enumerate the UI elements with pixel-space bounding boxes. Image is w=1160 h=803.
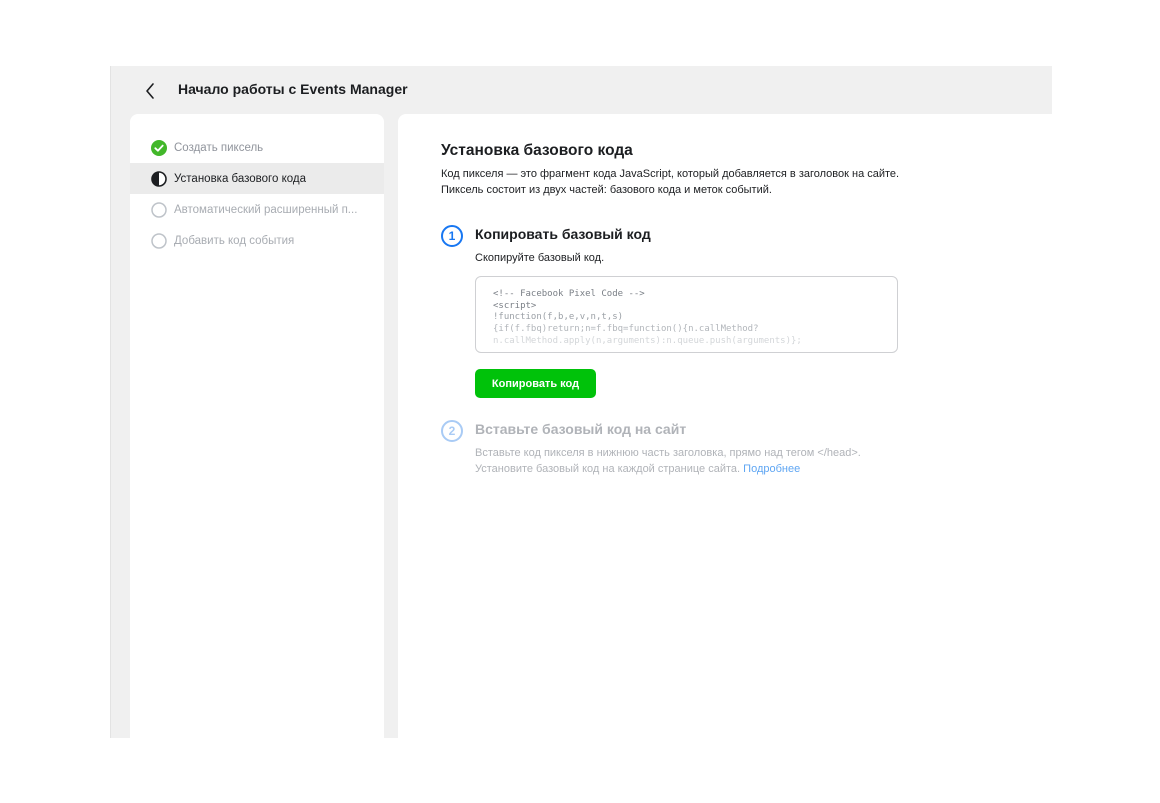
- sidebar-step-label: Добавить код события: [174, 234, 295, 247]
- page-title: Начало работы с Events Manager: [178, 81, 408, 97]
- description-line: Код пикселя — это фрагмент кода JavaScri…: [441, 168, 900, 180]
- sidebar-step-auto-advanced-matching[interactable]: Автоматический расширенный п...: [130, 194, 384, 225]
- sidebar-step-add-event-code[interactable]: Добавить код события: [130, 225, 384, 256]
- section-title: Установка базового кода: [441, 142, 633, 159]
- sidebar-step-label: Автоматический расширенный п...: [174, 203, 358, 216]
- code-line: n.callMethod.apply(n,arguments):n.queue.…: [493, 335, 802, 346]
- steps-sidebar: Создать пиксель Установка базового кода …: [130, 114, 384, 738]
- step-number-badge: 1: [441, 225, 463, 247]
- step2-instruction-text: Установите базовый код на каждой страниц…: [475, 463, 741, 475]
- header: Начало работы с Events Manager: [111, 66, 1052, 114]
- code-line: {if(f.fbq)return;n=f.fbq=function(){n.ca…: [493, 324, 759, 335]
- events-manager-window: Начало работы с Events Manager Создать п…: [110, 66, 1052, 738]
- section-description: Код пикселя — это фрагмент кода JavaScri…: [441, 166, 1001, 198]
- sidebar-step-label: Создать пиксель: [174, 141, 264, 154]
- check-circle-icon: [150, 139, 167, 156]
- main-panel: Установка базового кода Код пикселя — эт…: [398, 114, 1052, 738]
- step2-instruction: Вставьте код пикселя в нижнюю часть заго…: [475, 447, 861, 459]
- step-number-badge: 2: [441, 420, 463, 442]
- step1-subtitle: Скопируйте базовый код.: [475, 252, 605, 264]
- learn-more-link[interactable]: Подробнее: [743, 463, 800, 475]
- code-line: <script>: [493, 300, 537, 311]
- description-line: Пиксель состоит из двух частей: базового…: [441, 184, 772, 196]
- code-line: !function(f,b,e,v,n,t,s): [493, 312, 624, 323]
- back-button[interactable]: [139, 80, 161, 102]
- step2-title: Вставьте базовый код на сайт: [475, 421, 687, 437]
- step1-title: Копировать базовый код: [475, 226, 651, 242]
- half-circle-icon: [150, 170, 167, 187]
- empty-circle-icon: [150, 232, 167, 249]
- copy-code-button[interactable]: Копировать код: [475, 369, 596, 398]
- code-line: <!-- Facebook Pixel Code -->: [493, 289, 645, 299]
- step2-instruction: Установите базовый код на каждой страниц…: [475, 461, 800, 477]
- sidebar-step-create-pixel[interactable]: Создать пиксель: [130, 132, 384, 163]
- sidebar-step-install-base-code[interactable]: Установка базового кода: [130, 163, 384, 194]
- sidebar-step-label: Установка базового кода: [174, 172, 306, 185]
- chevron-left-icon: [146, 83, 154, 99]
- empty-circle-icon: [150, 201, 167, 218]
- base-code-box[interactable]: <!-- Facebook Pixel Code --> <script> !f…: [475, 276, 898, 353]
